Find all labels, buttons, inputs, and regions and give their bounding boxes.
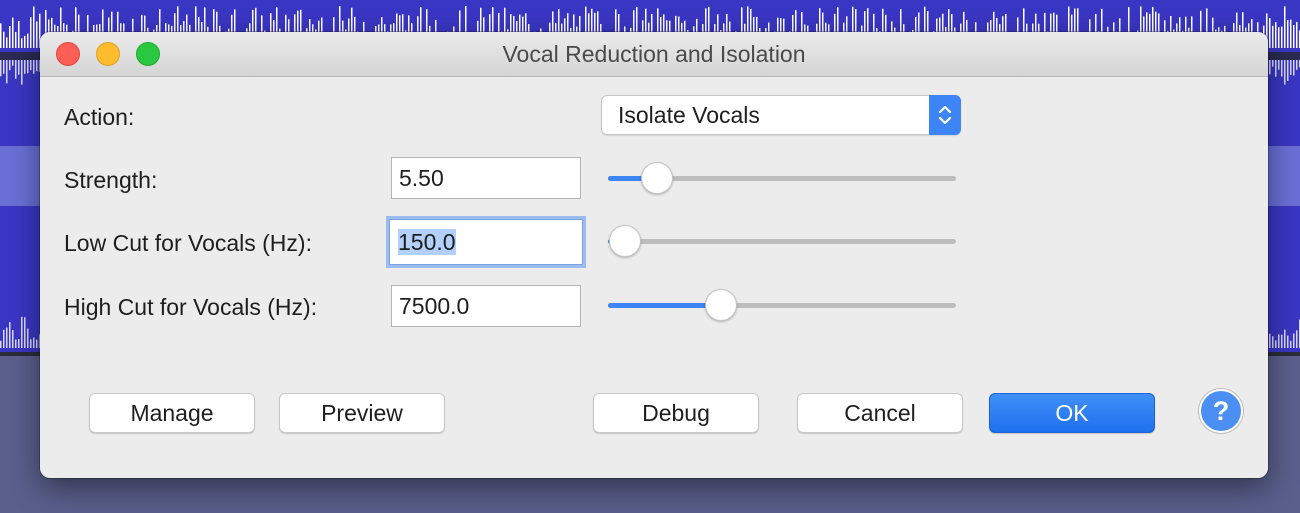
low-cut-input[interactable]: 150.0 (389, 219, 583, 265)
preview-button[interactable]: Preview (279, 393, 445, 433)
vocal-reduction-dialog: Vocal Reduction and Isolation Action: Is… (40, 32, 1268, 478)
cancel-button[interactable]: Cancel (797, 393, 963, 433)
high-cut-slider[interactable] (608, 289, 956, 321)
slider-thumb[interactable] (641, 162, 673, 194)
slider-thumb[interactable] (705, 289, 737, 321)
action-select[interactable]: Isolate Vocals (601, 95, 961, 135)
strength-value: 5.50 (399, 165, 444, 191)
title-bar[interactable]: Vocal Reduction and Isolation (40, 32, 1268, 77)
ok-button[interactable]: OK (989, 393, 1155, 433)
action-selected-value: Isolate Vocals (618, 102, 760, 128)
low-cut-value: 150.0 (398, 229, 456, 255)
slider-track (608, 239, 956, 244)
slider-thumb[interactable] (609, 225, 641, 257)
debug-button[interactable]: Debug (593, 393, 759, 433)
help-icon[interactable]: ? (1199, 389, 1243, 433)
low-cut-label: Low Cut for Vocals (Hz): (64, 230, 312, 256)
low-cut-slider[interactable] (608, 225, 956, 257)
high-cut-value: 7500.0 (399, 293, 470, 319)
window-title: Vocal Reduction and Isolation (502, 41, 806, 67)
high-cut-input[interactable]: 7500.0 (391, 285, 581, 327)
strength-label: Strength: (64, 167, 158, 193)
manage-button[interactable]: Manage (89, 393, 255, 433)
strength-slider[interactable] (608, 162, 956, 194)
strength-input[interactable]: 5.50 (391, 157, 581, 199)
action-label: Action: (64, 104, 135, 130)
high-cut-label: High Cut for Vocals (Hz): (64, 294, 318, 320)
select-arrows-icon (929, 95, 961, 135)
